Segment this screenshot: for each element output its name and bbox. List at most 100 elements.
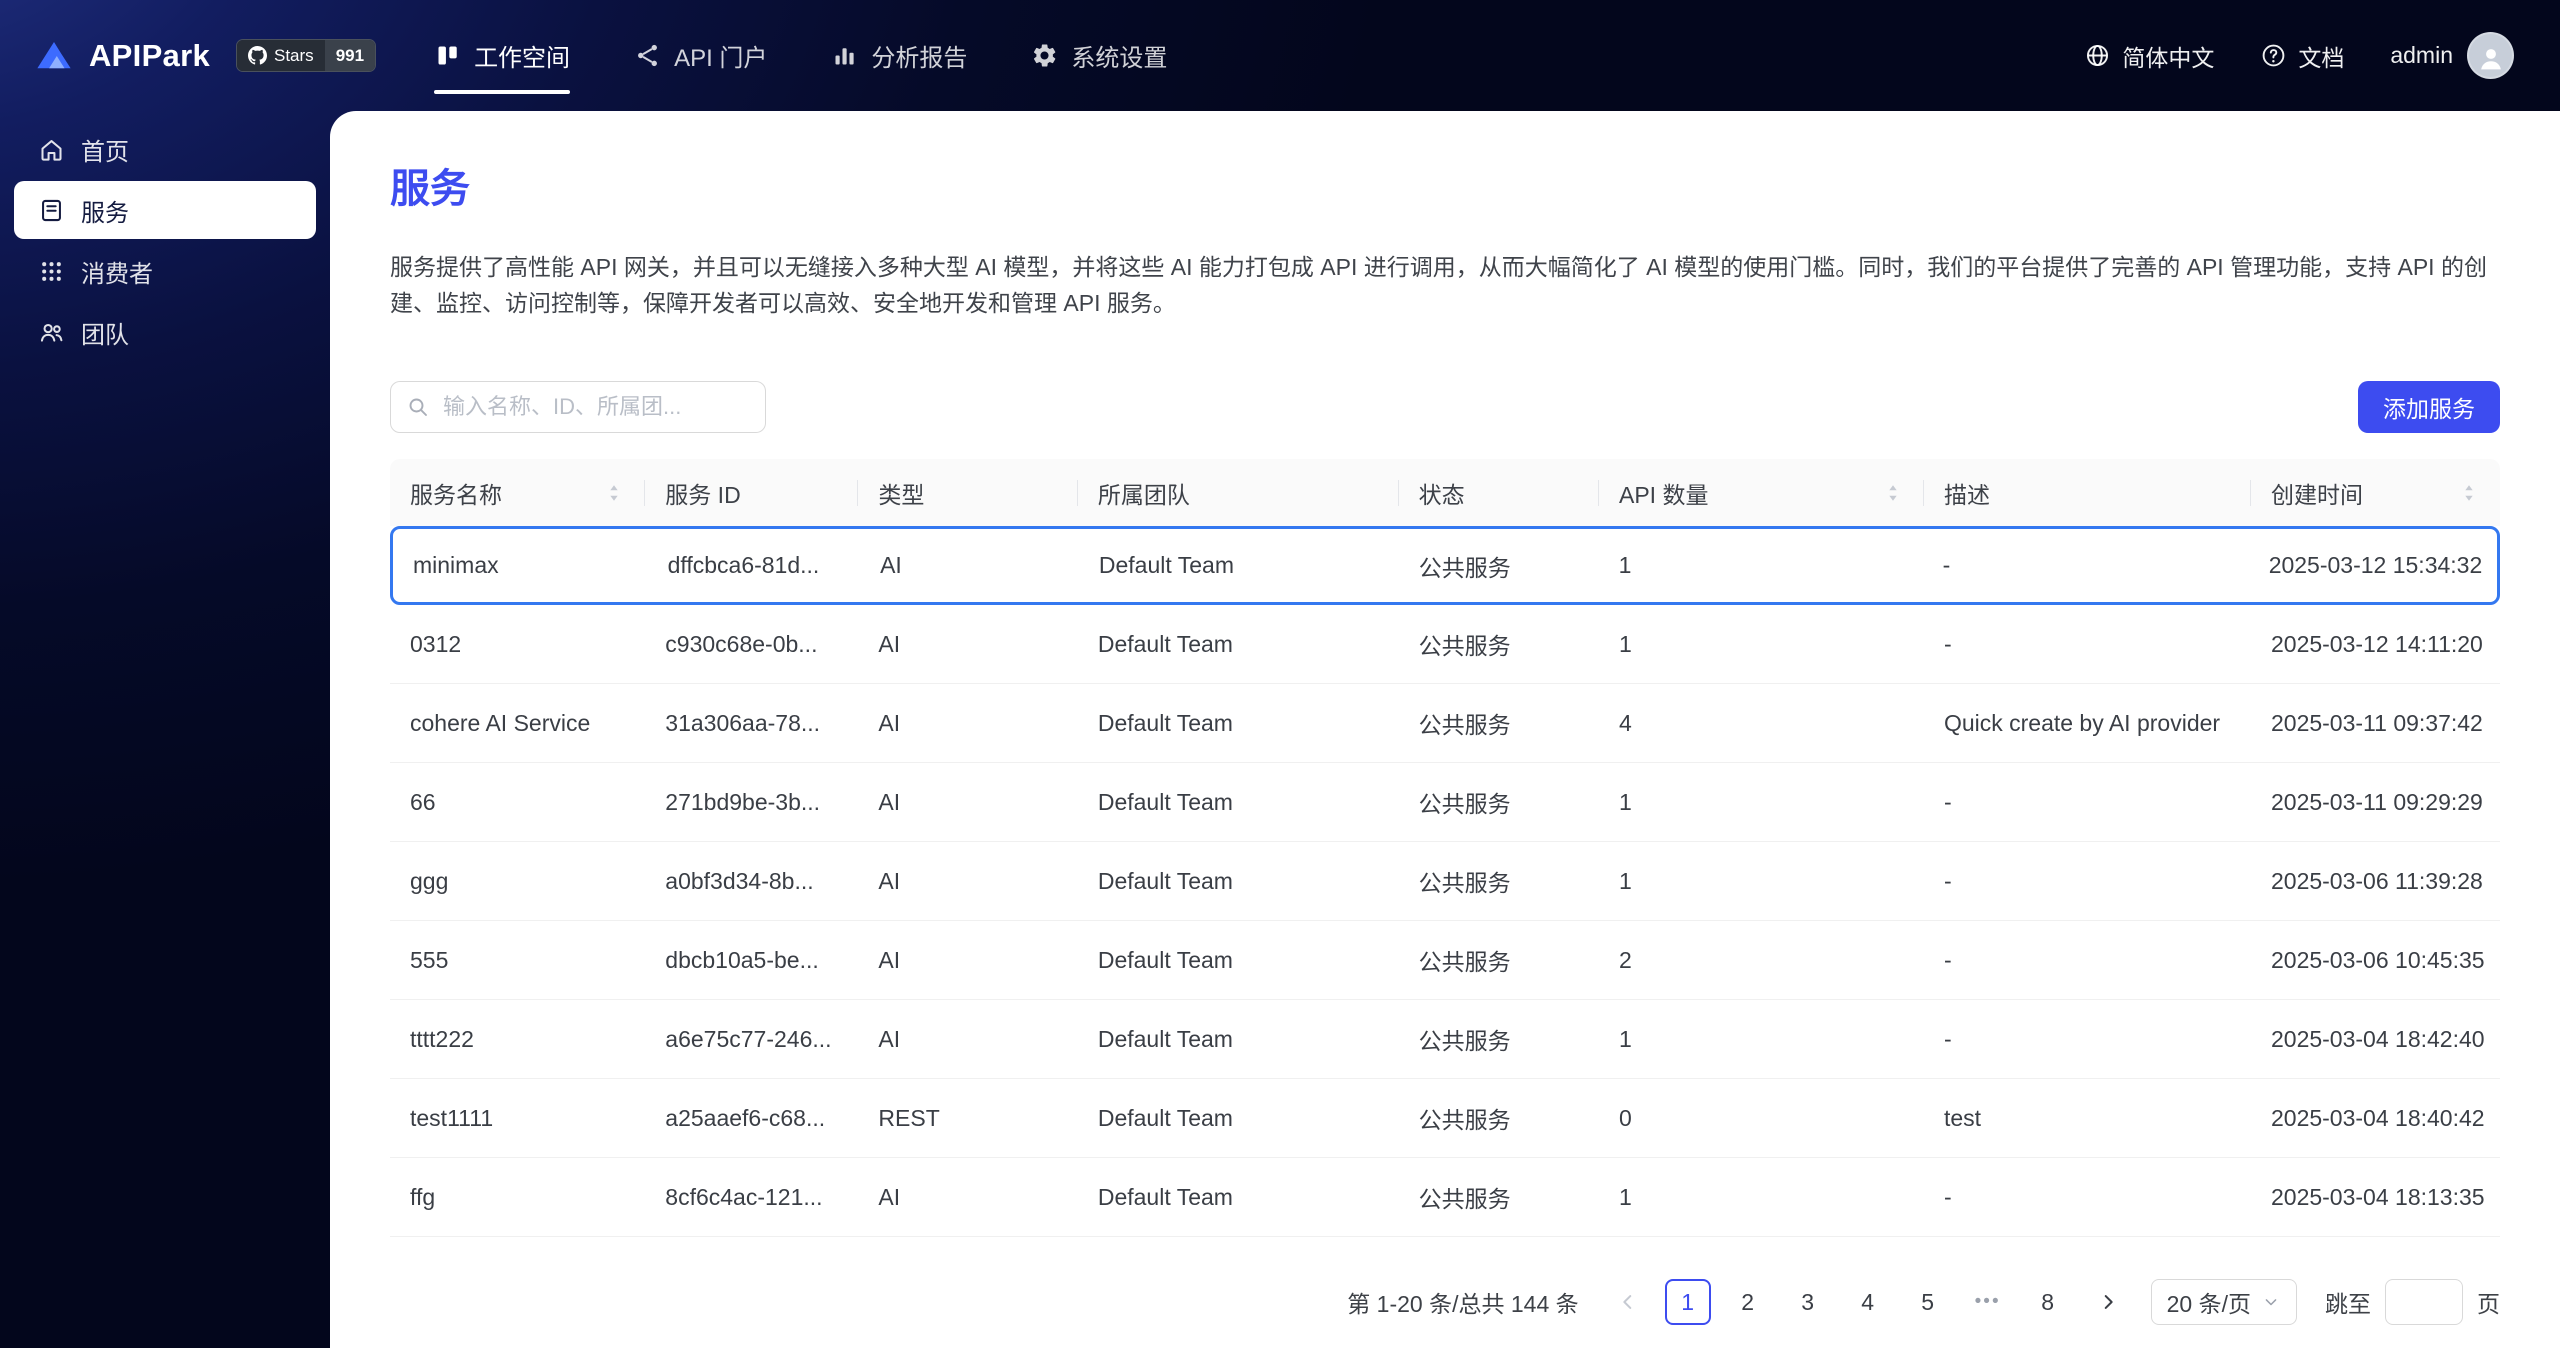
sidebar-item-teams[interactable]: 团队 [14,303,316,361]
page-button[interactable]: 5 [1905,1279,1951,1325]
cell-status: 公共服务 [1418,633,1511,659]
question-icon [2260,42,2287,69]
cell-id: 271bd9be-3b... [665,788,821,815]
cell-desc: - [1943,1183,1952,1210]
next-page-button[interactable] [2085,1279,2131,1325]
table-row[interactable]: 555 dbcb10a5-be... AI Default Team 公共服务 2 - 202… [390,921,2500,1000]
cell-name: 0312 [410,630,462,657]
cell-desc: - [1942,552,1951,578]
cell-id: 8cf6c4ac-121... [665,1183,823,1210]
cell-type: AI [878,1025,901,1052]
column-label: API 数量 [1619,481,1709,508]
cell-desc: - [1943,788,1952,815]
user-menu[interactable]: admin [2390,32,2514,79]
jump-page-input[interactable] [2385,1279,2463,1325]
consumers-icon [38,258,65,285]
sidebar-item-services[interactable]: 服务 [14,181,316,239]
table-row[interactable]: minimax dffcbca6-81d... AI Default Team 公共服务… [390,526,2500,605]
column-header-name[interactable]: 服务名称 [390,459,645,526]
page-button[interactable]: 2 [1725,1279,1771,1325]
table-row[interactable]: 0312 c930c68e-0b... AI Default Team 公共服务 1 - 20… [390,605,2500,684]
cell-desc: - [1943,1025,1952,1052]
cell-status: 公共服务 [1418,712,1511,738]
cell-api_count: 1 [1619,1183,1632,1210]
search-input[interactable] [390,381,766,433]
cell-desc: - [1943,630,1952,657]
cell-type: AI [880,552,902,578]
topbar-right: 简体中文 文档 admin [2084,32,2514,79]
cell-team: Default Team [1098,552,1234,578]
page-size-value: 20 条/页 [2166,1291,2251,1317]
cell-team: Default Team [1097,630,1233,657]
page-ellipsis[interactable]: ••• [1965,1279,2011,1325]
cell-team: Default Team [1097,1104,1233,1131]
settings-icon [1031,42,1058,69]
topnav-item-analytics[interactable]: 分析报告 [831,0,967,111]
column-header-created[interactable]: 创建时间 [2251,459,2500,526]
chevron-left-icon [1617,1291,1639,1313]
cell-type: AI [878,630,901,657]
chevron-right-icon [2097,1291,2119,1313]
cell-status: 公共服务 [1418,870,1511,896]
cell-created: 2025-03-11 09:29:29 [2270,788,2483,815]
column-label: 类型 [878,481,925,508]
search-icon [406,395,430,419]
topnav-item-settings[interactable]: 系统设置 [1031,0,1167,111]
language-switcher[interactable]: 简体中文 [2084,39,2214,73]
column-label: 服务名称 [410,481,502,508]
column-header-status: 状态 [1399,459,1599,526]
cell-api_count: 4 [1619,709,1632,736]
brand-name: APIPark [89,37,210,73]
pagination: 第 1-20 条/总共 144 条 1 2 3 4 5 ••• 8 20 条/页 跳至 页 [390,1279,2500,1348]
workspace-icon [434,42,461,69]
cell-team: Default Team [1097,709,1233,736]
sidebar-item-consumers[interactable]: 消费者 [14,242,316,300]
search-box [390,381,766,433]
table-row[interactable]: cohere AI Service 31a306aa-78... AI Default… [390,684,2500,763]
github-stars-label: Stars [237,40,325,71]
main-panel: 服务 服务提供了高性能 API 网关，并且可以无缝接入多种大型 AI 模型，并将… [330,111,2560,1348]
sidebar-item-label: 首页 [81,138,129,166]
topnav-item-workspace[interactable]: 工作空间 [434,0,571,111]
cell-created: 2025-03-04 18:13:35 [2270,1183,2485,1210]
analytics-icon [831,42,858,69]
jump-label: 跳至 [2325,1291,2371,1317]
column-header-api_count[interactable]: API 数量 [1599,459,1924,526]
prev-page-button[interactable] [1605,1279,1651,1325]
github-stars-badge[interactable]: Stars 991 [236,39,377,72]
sidebar-item-home[interactable]: 首页 [14,120,316,178]
table-row[interactable]: tttt222 a6e75c77-246... AI Default Team 公共服务… [390,1000,2500,1079]
cell-status: 公共服务 [1418,1028,1511,1054]
table-row[interactable]: ffg 8cf6c4ac-121... AI Default Team 公共服务 1 - 20… [390,1158,2500,1237]
globe-icon [2084,42,2111,69]
column-header-desc: 描述 [1924,459,2251,526]
cell-created: 2025-03-12 15:34:32 [2268,552,2483,578]
table-row[interactable]: 66 271bd9be-3b... AI Default Team 公共服务 1 - 2025… [390,763,2500,842]
cell-name: minimax [413,552,499,578]
column-label: 状态 [1418,481,1465,508]
apipark-logo-icon [33,35,75,77]
cell-team: Default Team [1097,946,1233,973]
table-header-row: 服务名称 服务 ID 类型 所属团队 状态 API 数量 描述 创建时间 [390,459,2500,526]
page-button[interactable]: 3 [1785,1279,1831,1325]
page-size-select[interactable]: 20 条/页 [2150,1279,2297,1325]
cell-api_count: 1 [1619,867,1632,894]
page-button[interactable]: 8 [2025,1279,2071,1325]
sidebar-item-label: 服务 [81,199,129,227]
page-button-active[interactable]: 1 [1664,1279,1711,1325]
home-icon [38,136,65,163]
user-icon [2475,42,2507,74]
page-button[interactable]: 4 [1845,1279,1891,1325]
cell-type: AI [878,946,901,973]
language-label: 简体中文 [2122,44,2215,71]
table-row[interactable]: test1111 a25aaef6-c68... REST Default Team 公… [390,1079,2500,1158]
sort-icon [603,482,625,504]
table-row[interactable]: ggg a0bf3d34-8b... AI Default Team 公共服务 1 - 202… [390,842,2500,921]
column-label: 所属团队 [1097,481,1190,508]
docs-link[interactable]: 文档 [2260,39,2344,73]
topnav-item-api-portal[interactable]: API 门户 [634,0,767,111]
cell-created: 2025-03-12 14:11:20 [2270,630,2483,657]
avatar [2467,32,2514,79]
page-description: 服务提供了高性能 API 网关，并且可以无缝接入多种大型 AI 模型，并将这些 … [390,254,2487,316]
add-service-button[interactable]: 添加服务 [2358,381,2500,433]
